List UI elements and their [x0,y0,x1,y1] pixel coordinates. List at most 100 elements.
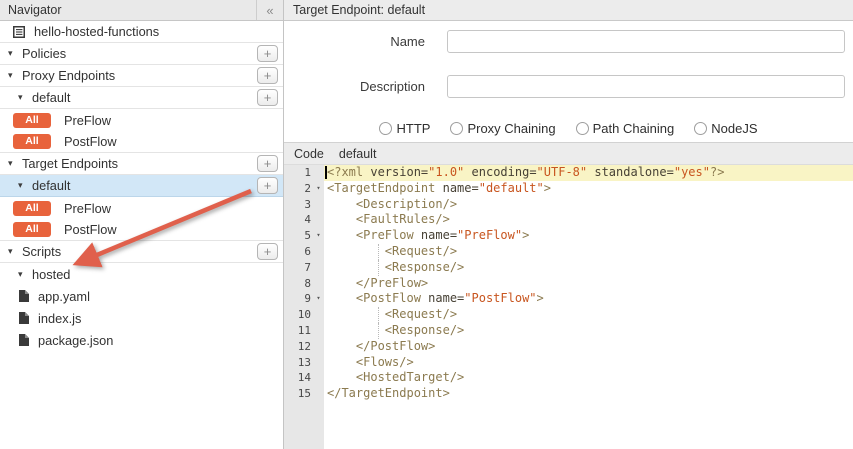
fold-gutter-spacer [313,244,324,260]
line-number: 3 [284,197,313,213]
caret-down-icon[interactable]: ▾ [18,92,32,103]
line-number: 14 [284,370,313,386]
add-button[interactable]: + [257,89,278,106]
all-conditions-badge: All [13,201,51,216]
code-text: <PostFlow name="PostFlow"> [324,291,853,307]
description-field[interactable] [447,75,845,98]
radio-circle-icon[interactable] [576,122,589,135]
sidebar-item-label: PreFlow [64,113,111,128]
sidebar-item-hello-hosted-functions[interactable]: hello-hosted-functions [0,21,283,43]
fold-gutter-spacer [313,307,324,323]
sidebar-item-app-yaml[interactable]: app.yaml [0,285,283,307]
sidebar-item-preflow[interactable]: All PreFlow [0,197,283,219]
code-line[interactable]: 11 <Response/> [284,323,853,339]
radio-proxy-chaining[interactable]: Proxy Chaining [450,121,555,136]
caret-down-icon[interactable]: ▾ [18,269,32,280]
radio-http[interactable]: HTTP [379,121,430,136]
radio-circle-icon[interactable] [694,122,707,135]
text-cursor [325,166,327,179]
radio-circle-icon[interactable] [379,122,392,135]
sidebar-item-label: Target Endpoints [22,156,118,171]
fold-toggle-icon[interactable]: ▾ [313,228,324,244]
apigee-proxy-editor: Navigator « hello-hosted-functions▾Polic… [0,0,853,449]
sidebar-item-label: PreFlow [64,201,111,216]
code-text: <Description/> [324,197,853,213]
sidebar-item-default[interactable]: ▾default+ [0,175,283,197]
code-line[interactable]: 2▾<TargetEndpoint name="default"> [284,181,853,197]
sidebar-item-postflow[interactable]: AllPostFlow [0,219,283,241]
collapse-sidebar-icon[interactable]: « [256,0,283,20]
code-tab-default[interactable]: default [339,147,377,161]
sidebar-item-preflow[interactable]: All PreFlow [0,109,283,131]
fold-gutter-spacer [313,386,324,402]
fold-toggle-icon[interactable]: ▾ [313,181,324,197]
fold-toggle-icon[interactable]: ▾ [313,291,324,307]
navigator-sidebar: Navigator « hello-hosted-functions▾Polic… [0,0,284,449]
line-number: 8 [284,276,313,292]
file-icon [19,334,29,346]
sidebar-section-policies[interactable]: ▾Policies + [0,43,283,65]
description-row: Description [284,74,845,99]
caret-down-icon[interactable]: ▾ [8,158,22,169]
code-text: <?xml version="1.0" encoding="UTF-8" sta… [324,165,853,181]
all-conditions-badge: All [13,113,51,128]
code-line[interactable]: 9▾ <PostFlow name="PostFlow"> [284,291,853,307]
code-line[interactable]: 5▾ <PreFlow name="PreFlow"> [284,228,853,244]
sidebar-item-postflow[interactable]: AllPostFlow [0,131,283,153]
sidebar-item-default[interactable]: ▾default + [0,87,283,109]
name-label: Name [284,34,425,49]
xml-code-editor[interactable]: 1<?xml version="1.0" encoding="UTF-8" st… [284,165,853,449]
code-text: <Response/> [324,260,853,276]
add-button[interactable]: + [257,155,278,172]
indent-guide [378,260,379,276]
sidebar-item-label: Policies [22,46,66,61]
fold-gutter-spacer [313,260,324,276]
sidebar-section-proxy-endpoints[interactable]: ▾Proxy Endpoints+ [0,65,283,87]
sidebar-item-label: index.js [38,311,81,326]
code-line[interactable]: 7 <Response/> [284,260,853,276]
sidebar-item-label: default [32,90,70,105]
sidebar-item-hosted[interactable]: ▾hosted [0,263,283,285]
add-button[interactable]: + [257,67,278,84]
code-line[interactable]: 12 </PostFlow> [284,339,853,355]
code-line[interactable]: 3 <Description/> [284,197,853,213]
caret-down-icon[interactable]: ▾ [8,70,22,81]
code-text: </TargetEndpoint> [324,386,853,402]
radio-circle-icon[interactable] [450,122,463,135]
code-line[interactable]: 8 </PreFlow> [284,276,853,292]
code-tabbar: Code default [284,142,853,165]
code-line[interactable]: 13 <Flows/> [284,355,853,371]
line-number: 15 [284,386,313,402]
caret-down-icon[interactable]: ▾ [8,48,22,59]
fold-gutter-spacer [313,339,324,355]
code-line[interactable]: 4 <FaultRules/> [284,212,853,228]
radio-label: NodeJS [711,121,757,136]
code-line[interactable]: 14 <HostedTarget/> [284,370,853,386]
all-conditions-badge: All [13,134,51,149]
caret-down-icon[interactable]: ▾ [8,246,22,257]
navigator-title: Navigator [0,3,256,17]
fold-gutter-spacer [313,165,324,181]
sidebar-item-package-json[interactable]: package.json [0,329,283,351]
sidebar-item-index-js[interactable]: index.js [0,307,283,329]
sidebar-section-target-endpoints[interactable]: ▾Target Endpoints + [0,153,283,175]
code-line[interactable]: 10 <Request/> [284,307,853,323]
indent-guide [378,244,379,260]
code-line[interactable]: 6 <Request/> [284,244,853,260]
file-icon [19,312,29,324]
add-button[interactable]: + [257,177,278,194]
add-button[interactable]: + [257,243,278,260]
code-line[interactable]: 15 </TargetEndpoint> [284,386,853,402]
code-line[interactable]: 1<?xml version="1.0" encoding="UTF-8" st… [284,165,853,181]
radio-label: HTTP [396,121,430,136]
add-button[interactable]: + [257,45,278,62]
radio-nodejs[interactable]: NodeJS [694,121,757,136]
sidebar-section-scripts[interactable]: ▾Scripts+ [0,241,283,263]
line-number: 5 [284,228,313,244]
code-text: <Request/> [324,307,853,323]
name-field[interactable] [447,30,845,53]
radio-path-chaining[interactable]: Path Chaining [576,121,675,136]
caret-down-icon[interactable]: ▾ [18,180,32,191]
line-number: 9 [284,291,313,307]
code-text: </PostFlow> [324,339,853,355]
